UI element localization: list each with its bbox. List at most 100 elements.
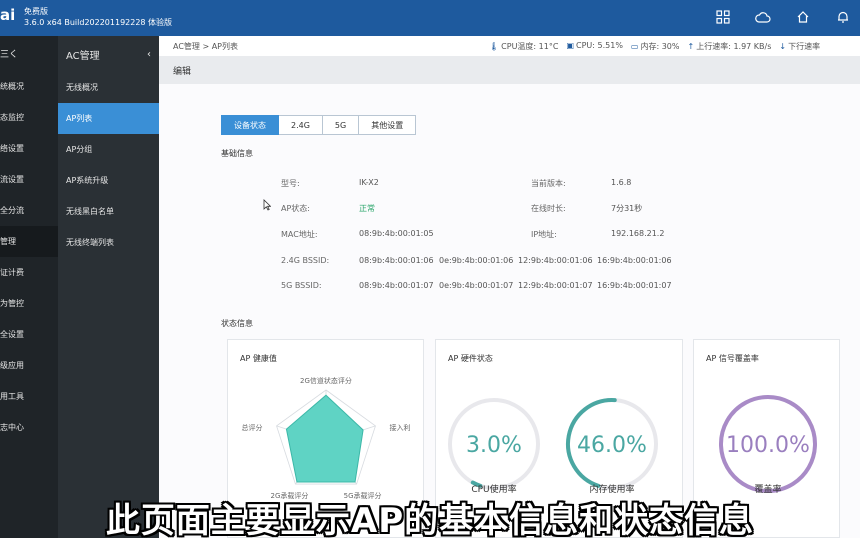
nav-item[interactable]: 志中心 <box>0 412 58 443</box>
thermometer-icon: 🌡 <box>489 41 500 51</box>
download-stat: ↓ 下行速率 <box>779 41 820 52</box>
label: AP状态: <box>281 204 310 213</box>
nav-item[interactable]: 统概况 <box>0 71 58 102</box>
version-label: 当前版本: <box>531 178 566 189</box>
ip-label: IP地址: <box>531 229 557 240</box>
bssid24-value: 12:9b:4b:00:01:06 <box>518 256 593 265</box>
cpu-temp-value: CPU温度: 11°C <box>501 41 559 51</box>
nav-item[interactable]: 络设置 <box>0 133 58 164</box>
label: 型号: <box>281 179 300 188</box>
label: 在线时长: <box>531 204 566 213</box>
nav-item[interactable]: 级应用 <box>0 350 58 381</box>
tab-other-settings[interactable]: 其他设置 <box>359 115 417 135</box>
nav-toggle[interactable]: 三く <box>0 36 58 71</box>
model-label: 型号: <box>281 178 300 189</box>
top-bar: ai 免费版 3.6.0 x64 Build202201192228 体验版 <box>0 0 860 36</box>
subnav-item-ap-upgrade[interactable]: AP系统升级 <box>58 165 159 196</box>
primary-nav: 三く 统概况 态监控 络设置 流设置 全分流 管理 证计费 为管控 全设置 级应… <box>0 36 58 538</box>
arrow-down-icon: ↓ <box>779 41 787 51</box>
grid-icon[interactable] <box>714 8 732 26</box>
secondary-nav-title: AC管理 <box>66 50 100 62</box>
ip-value: 192.168.21.2 <box>611 229 665 238</box>
arrow-up-icon: ↑ <box>687 41 695 51</box>
model-value: IK-X2 <box>359 178 379 187</box>
label: 2.4G BSSID: <box>281 256 330 265</box>
subnav-item-wireless-overview[interactable]: 无线概况 <box>58 72 159 103</box>
tab-bar: 设备状态 2.4G 5G 其他设置 <box>221 115 417 135</box>
build-label: 3.6.0 x64 Build202201192228 体验版 <box>24 18 173 27</box>
tab-2-4g[interactable]: 2.4G <box>279 115 323 135</box>
uptime-value: 7分31秒 <box>611 204 643 213</box>
main-content: 设备状态 2.4G 5G 其他设置 基础信息 型号: IK-X2 当前版本: 1… <box>159 84 860 538</box>
subnav-item-ap-list[interactable]: AP列表 <box>58 103 159 134</box>
version-value: 1.6.8 <box>611 178 632 187</box>
nav-item[interactable]: 全分流 <box>0 195 58 226</box>
label: IP地址: <box>531 230 557 239</box>
collapse-icon[interactable]: ‹ <box>147 49 151 60</box>
top-icons <box>714 8 852 26</box>
bssid24-label: 2.4G BSSID: <box>281 256 329 265</box>
nav-item[interactable]: 用工具 <box>0 381 58 412</box>
brand-info: 免费版 3.6.0 x64 Build202201192228 体验版 <box>24 6 172 28</box>
logo: ai <box>0 6 16 24</box>
label: 当前版本: <box>531 179 566 188</box>
bssid5-value: 12:9b:4b:00:01:07 <box>518 281 593 290</box>
subnav-item-blacklist[interactable]: 无线黑白名单 <box>58 196 159 227</box>
cpu-usage-value: 3.0% <box>466 433 522 458</box>
bssid5-value: 16:9b:4b:00:01:07 <box>597 281 672 290</box>
bssid5-value: 08:9b:4b:00:01:07 <box>359 281 434 290</box>
bssid24-value: 16:9b:4b:00:01:06 <box>597 256 672 265</box>
radar-axis-label: 2G信道状态评分 <box>300 376 352 385</box>
ap-status-label: AP状态: <box>281 203 310 214</box>
upload-value: 上行速率: 1.97 KB/s <box>696 41 772 51</box>
memory-usage-value: 46.0% <box>577 433 647 458</box>
radar-axis-label: 接入利 <box>389 423 410 432</box>
nav-item[interactable]: 为管控 <box>0 288 58 319</box>
status-bar: AC管理 > AP列表 🌡 CPU温度: 11°C ▣ CPU: 5.51% ▭ 内存… <box>159 36 860 56</box>
upload-stat: ↑ 上行速率: 1.97 KB/s <box>688 41 772 52</box>
edit-header: 编辑 <box>159 56 860 84</box>
nav-item[interactable]: 全设置 <box>0 319 58 350</box>
label: 5G BSSID: <box>281 281 322 290</box>
radar-axis-label: 总评分 <box>242 423 263 432</box>
subnav-item-terminals[interactable]: 无线终端列表 <box>58 227 159 258</box>
memory-value: 内存: 30% <box>640 41 680 51</box>
page-title: 编辑 <box>173 66 192 77</box>
secondary-nav: AC管理 ‹ 无线概况 AP列表 AP分组 AP系统升级 无线黑白名单 无线终端… <box>58 36 159 538</box>
cpu-temp-stat: 🌡 CPU温度: 11°C <box>489 41 558 52</box>
nav-item[interactable]: 证计费 <box>0 257 58 288</box>
breadcrumb: AC管理 > AP列表 <box>173 41 239 51</box>
memory-stat: ▭ 内存: 30% <box>631 41 680 52</box>
mouse-cursor-icon <box>263 199 271 211</box>
system-stats: 🌡 CPU温度: 11°C ▣ CPU: 5.51% ▭ 内存: 30% ↑ 上行速率:… <box>489 41 820 52</box>
tab-5g[interactable]: 5G <box>322 115 360 135</box>
coverage-value: 100.0% <box>726 433 810 458</box>
home-icon[interactable] <box>794 8 812 26</box>
subnav-item-ap-group[interactable]: AP分组 <box>58 134 159 165</box>
monitor-icon: ▭ <box>630 41 639 51</box>
bssid24-value: 08:9b:4b:00:01:06 <box>359 256 434 265</box>
nav-item[interactable]: 流设置 <box>0 164 58 195</box>
tab-device-status[interactable]: 设备状态 <box>221 115 279 135</box>
basic-info-title: 基础信息 <box>221 149 253 158</box>
bssid5-label: 5G BSSID: <box>281 281 322 290</box>
uptime-label: 在线时长: <box>531 203 566 214</box>
edition-label: 免费版 <box>24 7 48 16</box>
cpu-value: CPU: 5.51% <box>576 40 623 50</box>
secondary-nav-header: AC管理 ‹ <box>58 36 159 72</box>
nav-item[interactable]: 态监控 <box>0 102 58 133</box>
bssid5-value: 0e:9b:4b:00:01:07 <box>439 281 514 290</box>
cloud-icon[interactable] <box>754 8 772 26</box>
video-caption: 此页面主要显示AP的基本信息和状态信息 <box>105 501 755 538</box>
label: MAC地址: <box>281 230 318 239</box>
mac-value: 08:9b:4b:00:01:05 <box>359 229 434 238</box>
bell-icon[interactable] <box>834 8 852 26</box>
mac-label: MAC地址: <box>281 229 318 240</box>
download-value: 下行速率 <box>788 41 821 51</box>
cpu-stat: ▣ CPU: 5.51% <box>566 41 622 52</box>
bssid24-value: 0e:9b:4b:00:01:06 <box>439 256 514 265</box>
ap-status-value: 正常 <box>359 204 375 213</box>
chip-icon: ▣ <box>566 40 574 50</box>
nav-item-active[interactable]: 管理 <box>0 226 58 257</box>
status-info-title: 状态信息 <box>221 319 253 328</box>
